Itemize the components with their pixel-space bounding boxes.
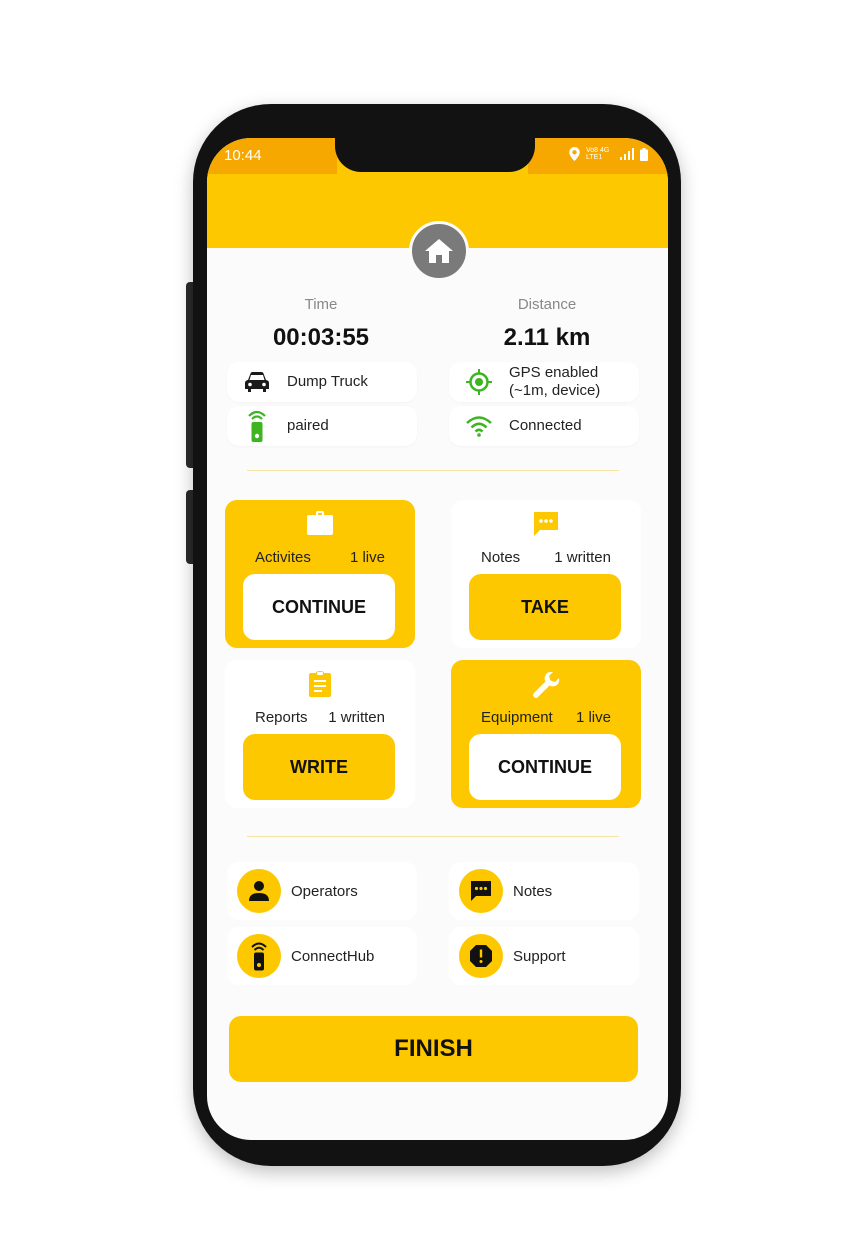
chat-icon bbox=[534, 512, 558, 536]
person-icon bbox=[249, 881, 269, 901]
briefcase-icon bbox=[307, 511, 333, 535]
tile-activities-label: Activites bbox=[255, 549, 311, 566]
time-value: 00:03:55 bbox=[272, 324, 370, 351]
distance-value: 2.11 km bbox=[503, 324, 591, 351]
hub-status: paired bbox=[287, 417, 329, 434]
battery-icon bbox=[640, 147, 648, 161]
home-icon bbox=[425, 239, 453, 263]
tile-notes-label: Notes bbox=[481, 549, 521, 566]
equipment-continue-button[interactable]: CONTINUE bbox=[469, 734, 621, 800]
tile-equipment: Equipment 1 live CONTINUE bbox=[451, 660, 641, 808]
network-label: Vo8 4G LTE1 bbox=[586, 147, 610, 161]
vehicle-card[interactable]: Dump Truck bbox=[227, 362, 417, 402]
gps-status: GPS enabled (~1m, device) bbox=[509, 364, 600, 400]
tile-reports-count: 1 written bbox=[328, 709, 385, 726]
tile-equipment-count: 1 live bbox=[575, 709, 611, 726]
gps-status-line1: GPS enabled bbox=[509, 364, 599, 381]
wifi-card[interactable]: Connected bbox=[449, 406, 639, 446]
signal-icon bbox=[620, 148, 634, 160]
tile-reports: Reports 1 written WRITE bbox=[225, 660, 415, 808]
gps-status-line2: (~1m, device) bbox=[509, 382, 601, 399]
tile-notes: Notes 1 written TAKE bbox=[451, 500, 641, 648]
operators-link-label: Operators bbox=[291, 882, 358, 900]
hub-card[interactable]: paired bbox=[227, 406, 417, 446]
finish-button[interactable]: FINISH bbox=[229, 1016, 638, 1082]
home-button[interactable] bbox=[409, 221, 469, 281]
tile-activities: Activites 1 live CONTINUE bbox=[225, 500, 415, 648]
reports-write-button[interactable]: WRITE bbox=[243, 734, 395, 800]
status-clock: 10:44 bbox=[224, 147, 262, 164]
gps-icon bbox=[466, 369, 492, 395]
gps-card[interactable]: GPS enabled (~1m, device) bbox=[449, 362, 639, 402]
location-icon bbox=[569, 147, 580, 161]
connecthub-link[interactable]: ConnectHub bbox=[227, 927, 417, 985]
status-icons: Vo8 4G LTE1 bbox=[569, 147, 648, 161]
tile-reports-label: Reports bbox=[255, 709, 308, 726]
wifi-status: Connected bbox=[509, 417, 582, 434]
notes-link[interactable]: Notes bbox=[449, 862, 639, 920]
section-divider-2 bbox=[247, 836, 619, 837]
wifi-icon bbox=[466, 416, 492, 437]
chat-icon bbox=[471, 881, 491, 901]
tile-equipment-label: Equipment bbox=[481, 709, 553, 726]
time-label: Time bbox=[304, 296, 338, 313]
car-icon bbox=[245, 372, 269, 392]
distance-label: Distance bbox=[517, 296, 577, 313]
section-divider bbox=[247, 470, 619, 471]
tile-notes-count: 1 written bbox=[554, 549, 611, 566]
phone-notch bbox=[335, 138, 535, 172]
hub-device-icon bbox=[251, 942, 267, 971]
tile-activities-count: 1 live bbox=[349, 549, 385, 566]
app-screen: 10:44 Vo8 4G LTE1 Time 00:03:55 Distance… bbox=[207, 138, 668, 1140]
vehicle-name: Dump Truck bbox=[287, 373, 368, 390]
notes-link-label: Notes bbox=[513, 882, 553, 900]
hub-device-icon bbox=[248, 410, 266, 442]
support-link-label: Support bbox=[513, 947, 566, 965]
alert-icon bbox=[470, 945, 492, 967]
connecthub-link-label: ConnectHub bbox=[291, 947, 375, 965]
support-link[interactable]: Support bbox=[449, 927, 639, 985]
notes-take-button[interactable]: TAKE bbox=[469, 574, 621, 640]
activities-continue-button[interactable]: CONTINUE bbox=[243, 574, 395, 640]
wrench-icon bbox=[533, 671, 560, 698]
clipboard-icon bbox=[309, 671, 331, 697]
operators-link[interactable]: Operators bbox=[227, 862, 417, 920]
